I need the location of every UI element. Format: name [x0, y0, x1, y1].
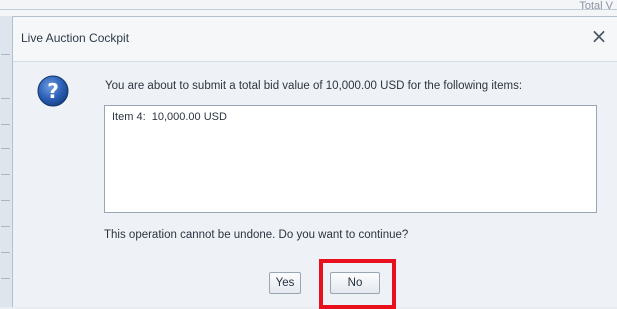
svg-text:?: ?: [47, 79, 59, 103]
question-icon: ?: [37, 75, 69, 107]
background-row-line: [1, 278, 10, 279]
background-row-line: [1, 174, 10, 175]
background-window-strip: Total V: [0, 0, 617, 17]
no-button[interactable]: No: [330, 272, 380, 294]
background-row-line: [1, 124, 10, 125]
dialog-title: Live Auction Cockpit: [21, 31, 130, 45]
bid-items-list[interactable]: Item 4: 10,000.00 USD: [104, 105, 597, 213]
background-row-line: [1, 148, 10, 149]
continue-question: This operation cannot be undone. Do you …: [104, 229, 409, 241]
dialog-titlebar: Live Auction Cockpit ×: [13, 17, 617, 62]
close-icon[interactable]: ×: [589, 26, 609, 46]
background-row-line: [1, 54, 10, 55]
background-total-label: Total V: [579, 0, 613, 12]
confirm-dialog: Live Auction Cockpit × ? You are about t…: [12, 16, 617, 309]
list-item: Item 4: 10,000.00 USD: [112, 111, 227, 123]
background-row-line: [1, 226, 10, 227]
background-row-line: [1, 200, 10, 201]
background-row-line: [1, 252, 10, 253]
bid-confirmation-message: You are about to submit a total bid valu…: [105, 80, 523, 92]
background-divider: [0, 9, 617, 10]
background-row-line: [1, 98, 10, 99]
yes-button[interactable]: Yes: [269, 272, 301, 294]
